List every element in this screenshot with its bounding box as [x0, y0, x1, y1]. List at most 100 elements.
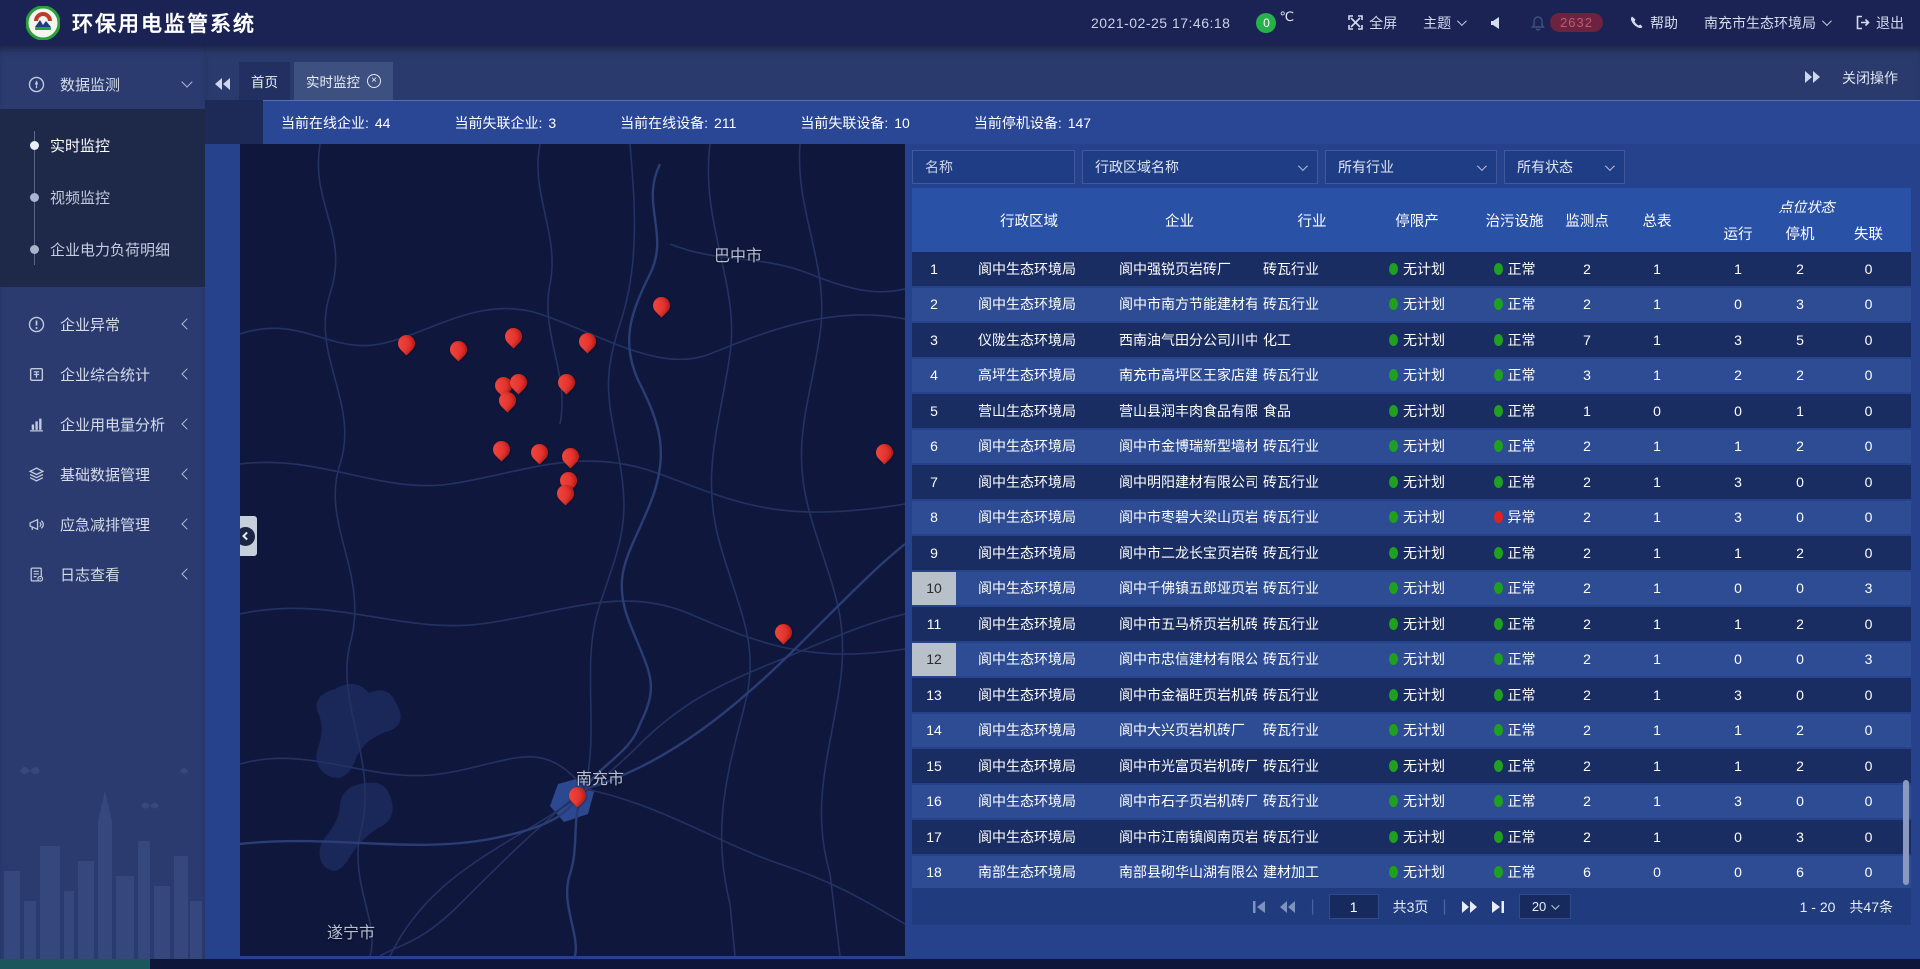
- table-row[interactable]: 2阆中生态环境局阆中市南方节能建材有砖瓦行业无计划正常21030: [912, 288, 1911, 322]
- sidebar-item-label: 数据监测: [60, 74, 183, 95]
- map-collapse-button[interactable]: [240, 516, 257, 556]
- cell-stop: 2: [1774, 714, 1826, 748]
- cell-facility-status: 正常: [1467, 820, 1562, 854]
- cell-lost: 0: [1826, 714, 1911, 748]
- page-size-select[interactable]: 20: [1519, 894, 1571, 919]
- status-dot-green-icon: [1494, 831, 1503, 843]
- cell-stop-text: 5: [1796, 332, 1804, 348]
- map-panel[interactable]: 巴中市南充市遂宁市: [240, 144, 905, 956]
- status-dot-green-icon: [1494, 405, 1503, 417]
- region-filter-select[interactable]: 行政区域名称: [1082, 150, 1318, 184]
- cell-limit-status-text: 无计划: [1403, 578, 1445, 598]
- cell-limit-status-text: 无计划: [1403, 862, 1445, 882]
- status-dot-green-icon: [1494, 369, 1503, 381]
- table-row[interactable]: 11阆中生态环境局阆中市五马桥页岩机砖砖瓦行业无计划正常21120: [912, 607, 1911, 641]
- table-row[interactable]: 13阆中生态环境局阆中市金福旺页岩机砖砖瓦行业无计划正常21300: [912, 678, 1911, 712]
- prev-page-button[interactable]: [1280, 901, 1296, 913]
- table-row[interactable]: 18南部生态环境局南部县砌华山湖有限公建材加工无计划正常60060: [912, 856, 1911, 889]
- table-row[interactable]: 12阆中生态环境局阆中市忠信建材有限公砖瓦行业无计划正常21003: [912, 643, 1911, 677]
- sidebar-item-1[interactable]: 数据监测: [0, 59, 205, 109]
- org-dropdown[interactable]: 南充市生态环境局: [1704, 13, 1829, 33]
- sidebar-item-5[interactable]: 基础数据管理: [0, 449, 205, 499]
- table-row[interactable]: 1阆中生态环境局阆中强锐页岩砖厂砖瓦行业无计划正常21120: [912, 252, 1911, 286]
- table-scrollbar-thumb[interactable]: [1903, 780, 1909, 885]
- status-filter-select[interactable]: 所有状态: [1504, 150, 1625, 184]
- cell-industry: 砖瓦行业: [1257, 252, 1367, 286]
- cell-industry-text: 砖瓦行业: [1263, 436, 1319, 456]
- cell-lost-text: 0: [1865, 261, 1873, 277]
- table-row[interactable]: 14阆中生态环境局阆中大兴页岩机砖厂砖瓦行业无计划正常21120: [912, 714, 1911, 748]
- cell-region-text: 南部生态环境局: [978, 862, 1076, 882]
- sidebar-item-3[interactable]: 企业综合统计: [0, 349, 205, 399]
- sidebar-item-2[interactable]: 企业异常: [0, 299, 205, 349]
- sidebar-subitem-3[interactable]: 企业电力负荷明细: [0, 223, 205, 275]
- table-row[interactable]: 7阆中生态环境局阆中明阳建材有限公司砖瓦行业无计划正常21300: [912, 465, 1911, 499]
- table-row[interactable]: 3仪陇生态环境局西南油气田分公司川中化工无计划正常71350: [912, 323, 1911, 357]
- next-page-button[interactable]: [1461, 901, 1477, 913]
- sidebar-item-label: 企业用电量分析: [60, 414, 183, 435]
- cell-limit-status: 无计划: [1367, 430, 1467, 464]
- name-filter-input[interactable]: [925, 159, 1062, 175]
- status-dot-green-icon: [1389, 724, 1398, 736]
- status-dot-green-icon: [1494, 689, 1503, 701]
- table-row[interactable]: 9阆中生态环境局阆中市二龙长宝页岩砖砖瓦行业无计划正常21120: [912, 536, 1911, 570]
- cell-facility-status-text: 正常: [1508, 862, 1536, 882]
- monitor-panel: 行政区域名称 所有行业 所有状态 行政区域 企业 行业 停限产 治污设施 监测点…: [912, 144, 1911, 925]
- chevron-down-icon: [181, 76, 192, 87]
- cell-company-text: 阆中市石子页岩机砖厂: [1119, 791, 1257, 811]
- status-dot-green-icon: [1494, 760, 1503, 772]
- first-page-button[interactable]: [1252, 901, 1266, 913]
- table-row[interactable]: 6阆中生态环境局阆中市金博瑞新型墙材砖瓦行业无计划正常21120: [912, 430, 1911, 464]
- logout-button[interactable]: 退出: [1855, 13, 1904, 33]
- cell-stop-text: 2: [1796, 758, 1804, 774]
- cell-company-text: 阆中市江南镇阆南页岩: [1119, 827, 1257, 847]
- cell-facility-status-text: 正常: [1508, 578, 1536, 598]
- sidebar-subitem-2[interactable]: 视频监控: [0, 171, 205, 223]
- sidebar-item-6[interactable]: 应急减排管理: [0, 499, 205, 549]
- cell-facility-status: 正常: [1467, 323, 1562, 357]
- cell-facility-status-text: 正常: [1508, 791, 1536, 811]
- notifications-button[interactable]: 2632: [1530, 13, 1603, 32]
- table-row[interactable]: 16阆中生态环境局阆中市石子页岩机砖厂砖瓦行业无计划正常21300: [912, 785, 1911, 819]
- row-index-text: 3: [930, 332, 938, 348]
- cell-lost-text: 0: [1865, 438, 1873, 454]
- cell-stop: 3: [1774, 288, 1826, 322]
- cell-region: 南部生态环境局: [956, 856, 1102, 889]
- tab-close-icon[interactable]: ×: [367, 74, 381, 88]
- cell-region: 阆中生态环境局: [956, 785, 1102, 819]
- chevron-left-icon: [181, 518, 192, 529]
- row-index-text: 17: [926, 829, 942, 845]
- theme-dropdown[interactable]: 主题: [1423, 13, 1464, 33]
- sidebar-item-4[interactable]: 企业用电量分析: [0, 399, 205, 449]
- fullscreen-button[interactable]: 全屏: [1348, 13, 1397, 33]
- close-operations-button[interactable]: 关闭操作: [1842, 68, 1898, 88]
- scroll-tabs-right-button[interactable]: [1804, 70, 1820, 86]
- cell-region-text: 营山生态环境局: [978, 401, 1076, 421]
- announcement-button[interactable]: [1490, 16, 1504, 30]
- tab-1[interactable]: 首页: [239, 62, 290, 100]
- table-row[interactable]: 4高坪生态环境局南充市高坪区王家店建砖瓦行业无计划正常31220: [912, 359, 1911, 393]
- last-page-button[interactable]: [1491, 901, 1505, 913]
- sidebar-item-7[interactable]: 日志查看: [0, 549, 205, 599]
- table-row[interactable]: 10阆中生态环境局阆中千佛镇五郎垭页岩砖瓦行业无计划正常21003: [912, 572, 1911, 606]
- row-index: 2: [912, 288, 956, 322]
- help-button[interactable]: 帮助: [1629, 13, 1678, 33]
- scroll-tabs-left-button[interactable]: [215, 78, 231, 90]
- cell-run: 1: [1702, 749, 1774, 783]
- cell-lost: 3: [1826, 643, 1911, 677]
- footer-accent: [0, 959, 150, 969]
- page-number-input[interactable]: [1329, 894, 1379, 919]
- cell-facility-status-text: 异常: [1508, 507, 1536, 527]
- industry-filter-select[interactable]: 所有行业: [1325, 150, 1497, 184]
- tab-2[interactable]: 实时监控×: [294, 62, 393, 100]
- sidebar-subitem-1[interactable]: 实时监控: [0, 119, 205, 171]
- table-row[interactable]: 15阆中生态环境局阆中市光富页岩机砖厂砖瓦行业无计划正常21120: [912, 749, 1911, 783]
- cell-region-text: 阆中生态环境局: [978, 827, 1076, 847]
- table-row[interactable]: 17阆中生态环境局阆中市江南镇阆南页岩砖瓦行业无计划正常21030: [912, 820, 1911, 854]
- cell-facility-status: 异常: [1467, 501, 1562, 535]
- table-row[interactable]: 5营山生态环境局营山县润丰肉食品有限食品无计划正常10010: [912, 394, 1911, 428]
- table-row[interactable]: 8阆中生态环境局阆中市枣碧大梁山页岩砖瓦行业无计划异常21300: [912, 501, 1911, 535]
- cell-points: 2: [1562, 572, 1612, 606]
- name-filter-field[interactable]: [912, 150, 1075, 184]
- cell-meters: 1: [1612, 252, 1702, 286]
